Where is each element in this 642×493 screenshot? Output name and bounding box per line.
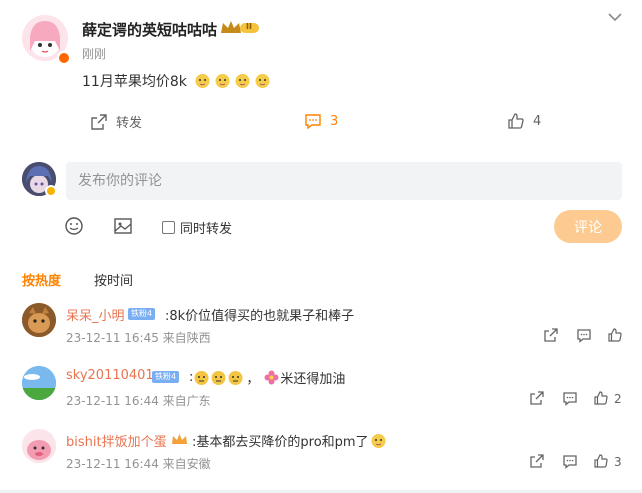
share-icon[interactable] [543,327,559,343]
share-icon [91,113,107,130]
thumbs-up-icon[interactable] [593,453,609,469]
repost-checkbox-label: 同时转发 [180,222,233,237]
comment-text-part: ， [246,372,260,387]
share-icon[interactable] [529,453,545,469]
commenter-name[interactable]: 呆呆_小明 [66,305,125,324]
doge-emoji-icon [215,74,230,88]
checkbox-box[interactable] [162,221,175,234]
post-time: 刚刚 [82,47,107,61]
post-text-body: 11月苹果均价8k [82,74,187,90]
verified-badge-icon [57,51,71,65]
thumbs-up-icon[interactable] [607,327,623,343]
repost-button[interactable]: 转发 [90,112,142,131]
post-text: 11月苹果均价8k [82,71,271,91]
thumbs-up-icon[interactable] [593,390,609,406]
reply-icon[interactable] [562,390,578,406]
awkward-emoji-icon [211,371,226,385]
comment-input-wrapper [66,162,622,200]
awkward-emoji-icon [194,371,209,385]
comment-count: 3 [330,113,339,129]
doge-emoji-icon [371,434,386,448]
comment-meta: 23-12-11 16:45 来自陕西 [66,331,211,345]
reply-icon[interactable] [576,327,592,343]
comment-button[interactable]: 3 [304,112,338,130]
like-count: 2 [614,392,622,406]
fan-badge: 铁粉4 [152,371,180,383]
commenter-name[interactable]: sky20110401 [66,368,154,383]
crown-badge-icon [172,434,187,444]
fan-badge: 铁粉4 [128,308,156,320]
comment-text-part: 米还得加油 [280,372,346,387]
doge-emoji-icon [255,74,270,88]
thumbs-up-icon [508,113,524,129]
post-card: 薛定谔的英短咕咕咕 II 刚刚 11月苹果均价8k 转发 3 4 发布你的评论 … [0,0,642,490]
comment-text-body: :基本都去买降价的pro和pm了 [192,435,369,450]
repost-checkbox[interactable]: 同时转发 [162,218,232,237]
doge-emoji-icon [235,74,250,88]
doge-emoji-icon [195,74,210,88]
like-count: 3 [614,455,622,469]
commenter-avatar[interactable] [22,366,56,400]
sort-by-time-tab[interactable]: 按时间 [94,270,133,289]
comment-input[interactable] [66,162,622,200]
commenter-name[interactable]: bishit拌饭加个蛋 [66,431,167,450]
reply-icon[interactable] [562,453,578,469]
comment-meta: 23-12-11 16:44 来自广东 [66,394,211,408]
comment-meta: 23-12-11 16:44 来自安徽 [66,457,211,471]
comment-text: :基本都去买降价的pro和pm了 [192,431,387,450]
level-badge-label: II [246,22,252,31]
author-name[interactable]: 薛定谔的英短咕咕咕 [82,19,217,40]
like-count: 4 [533,113,542,129]
comment-text: : ， 米还得加油 [189,368,345,387]
like-button[interactable]: 4 [507,112,541,130]
emoji-icon[interactable] [64,216,84,236]
commenter-avatar[interactable] [22,429,56,463]
vip-crown-icon: II [220,19,260,41]
share-icon[interactable] [529,390,545,406]
verified-badge-icon [45,185,57,197]
submit-comment-button[interactable]: 评论 [554,210,622,243]
image-icon[interactable] [113,216,133,236]
flower-emoji-icon [264,370,279,385]
sort-by-hot-tab[interactable]: 按热度 [22,270,61,289]
commenter-avatar[interactable] [22,303,56,337]
awkward-emoji-icon [228,371,243,385]
comment-icon [305,114,321,130]
repost-label: 转发 [116,116,143,131]
comment-text: :8k价位值得买的也就果子和棒子 [165,309,355,324]
chevron-down-icon[interactable] [606,10,624,24]
